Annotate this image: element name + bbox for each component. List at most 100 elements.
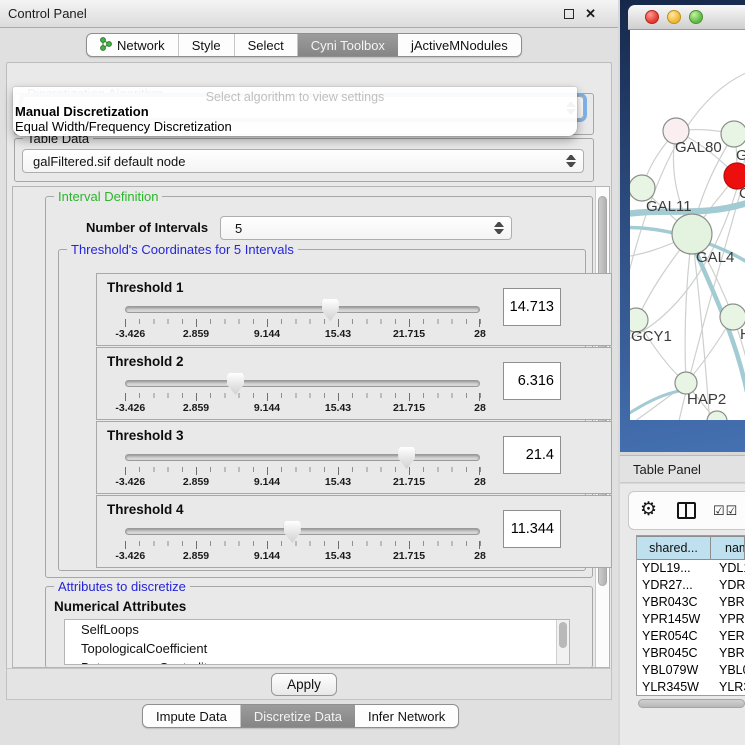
numerical-attributes-list[interactable]: SelfLoopsTopologicalCoefficientBetweenne…	[64, 619, 570, 665]
slider-tick-labels: -3.4262.8599.14415.4321.71528	[125, 328, 480, 340]
table-cell[interactable]: YDR27...	[711, 577, 745, 594]
threshold-4-value-field[interactable]: 11.344	[503, 510, 561, 548]
table-cell[interactable]: YBL079W	[711, 662, 745, 679]
network-graph: GAL80GAGAL11CGAL4GCY1HHAP2	[630, 30, 745, 420]
tab-network-label: Network	[117, 38, 165, 53]
table-data-combobox[interactable]: galFiltered.sif default node	[22, 149, 584, 173]
tab-jactivemnodules[interactable]: jActiveMNodules	[398, 34, 521, 56]
scrollbar-thumb[interactable]	[559, 622, 567, 648]
table-cell[interactable]: YER054C	[637, 628, 711, 645]
table-cell[interactable]: YBL079W	[637, 662, 711, 679]
apply-button[interactable]: Apply	[271, 673, 337, 696]
tab-select[interactable]: Select	[235, 34, 298, 56]
slider-tick-labels: -3.4262.8599.14415.4321.71528	[125, 402, 480, 414]
column-header-shared-name[interactable]: shared...	[637, 536, 711, 560]
list-item[interactable]: TopologicalCoefficient	[65, 639, 569, 658]
tab-style[interactable]: Style	[179, 34, 235, 56]
network-view-window[interactable]: GAL80GAGAL11CGAL4GCY1HHAP2	[620, 0, 745, 452]
slider-thumb[interactable]	[284, 521, 301, 543]
threshold-4-box: Threshold 4 -3.4262.8599.14415.4321.7152…	[96, 495, 612, 568]
network-canvas[interactable]: GAL80GAGAL11CGAL4GCY1HHAP2	[630, 30, 745, 420]
attributes-group-title: Attributes to discretize	[54, 579, 190, 594]
tab-impute-data[interactable]: Impute Data	[143, 705, 241, 727]
tick-label: 28	[474, 476, 486, 488]
table-row[interactable]: YBL079WYBL079W	[637, 662, 745, 679]
tab-cyni-toolbox[interactable]: Cyni Toolbox	[298, 34, 398, 56]
control-panel-titlebar: Control Panel ✕	[0, 0, 618, 28]
tick-label: 9.144	[254, 476, 280, 488]
tick-label: 2.859	[183, 328, 209, 340]
threshold-1-slider: -3.4262.8599.14415.4321.71528	[125, 306, 480, 342]
list-scrollbar[interactable]	[556, 620, 569, 664]
table-row[interactable]: YDL19...YDL19...	[637, 560, 745, 577]
tab-discretize-data[interactable]: Discretize Data	[241, 705, 355, 727]
table-cell[interactable]: YDR27...	[637, 577, 711, 594]
slider-major-ticks	[125, 393, 480, 401]
threshold-4-slider: -3.4262.8599.14415.4321.71528	[125, 528, 480, 564]
table-cell[interactable]: YBR045C	[711, 645, 745, 662]
table-cell[interactable]: YDL19...	[637, 560, 711, 577]
table-cell[interactable]: YBR043C	[637, 594, 711, 611]
table-row[interactable]: YER054CYER054C	[637, 628, 745, 645]
threshold-1-value-field[interactable]: 14.713	[503, 288, 561, 326]
table-cell[interactable]: YPR145W	[637, 611, 711, 628]
slider-track[interactable]	[125, 380, 480, 387]
node-label: GAL4	[696, 249, 734, 266]
table-cell[interactable]: YBR043C	[711, 594, 745, 611]
slider-thumb[interactable]	[322, 299, 339, 321]
attributes-group: Attributes to discretize Numerical Attri…	[45, 586, 593, 668]
tick-label: 9.144	[254, 550, 280, 562]
minimize-traffic-light-icon[interactable]	[667, 10, 681, 24]
table-row[interactable]: YDR27...YDR27...	[637, 577, 745, 594]
scrollbar-thumb[interactable]	[638, 699, 745, 708]
slider-thumb[interactable]	[398, 447, 415, 469]
table-cell[interactable]: YLR345W	[711, 679, 745, 696]
table-cell[interactable]: YPR145W	[711, 611, 745, 628]
network-window-titlebar	[628, 5, 745, 30]
node-label: H	[740, 326, 745, 343]
threshold-3-value-field[interactable]: 21.4	[503, 436, 561, 474]
tab-network[interactable]: Network	[87, 34, 179, 56]
columns-icon[interactable]	[677, 502, 696, 519]
node-gal4[interactable]	[672, 214, 712, 254]
tick-label: 15.43	[325, 476, 351, 488]
menu-item-manual-discretization[interactable]: Manual Discretization	[15, 104, 149, 119]
control-panel-tabs: Network Style Select Cyni Toolbox jActiv…	[86, 33, 522, 57]
table-row[interactable]: YBR043CYBR043C	[637, 594, 745, 611]
horizontal-scrollbar[interactable]	[638, 699, 745, 710]
table-cell[interactable]: YER054C	[711, 628, 745, 645]
table-cell[interactable]: YDL19...	[711, 560, 745, 577]
table-row[interactable]: YBR045CYBR045C	[637, 645, 745, 662]
menu-item-equal-width-frequency[interactable]: Equal Width/Frequency Discretization	[15, 119, 232, 134]
close-icon[interactable]: ✕	[585, 6, 596, 22]
list-item[interactable]: BetweennessCentrality	[65, 658, 569, 665]
column-header-name[interactable]: name	[711, 536, 745, 560]
float-window-icon[interactable]	[564, 9, 574, 19]
slider-track[interactable]	[125, 528, 480, 535]
threshold-1-label: Threshold 1	[107, 280, 184, 295]
tick-label: -3.426	[115, 328, 145, 340]
threshold-2-value-field[interactable]: 6.316	[503, 362, 561, 400]
slider-track[interactable]	[125, 306, 480, 313]
table-row[interactable]: YPR145WYPR145W	[637, 611, 745, 628]
num-intervals-combobox[interactable]: 5	[220, 216, 512, 240]
zoom-traffic-light-icon[interactable]	[689, 10, 703, 24]
table-row[interactable]: YLR345WYLR345W	[637, 679, 745, 696]
close-traffic-light-icon[interactable]	[645, 10, 659, 24]
node-table[interactable]: shared... name YDL19...YDL19...YDR27...Y…	[636, 535, 745, 696]
table-toolbar: ⚙ ☑☑	[628, 491, 745, 530]
slider-track[interactable]	[125, 454, 480, 461]
gear-icon[interactable]: ⚙	[640, 500, 657, 520]
table-cell[interactable]: YLR345W	[637, 679, 711, 696]
tab-infer-network[interactable]: Infer Network	[355, 705, 458, 727]
interval-definition-title: Interval Definition	[54, 189, 162, 204]
slider-thumb[interactable]	[227, 373, 244, 395]
threshold-4-label: Threshold 4	[107, 502, 184, 517]
table-panel-title: Table Panel	[633, 462, 701, 477]
threshold-2-box: Threshold 2 -3.4262.8599.14415.4321.7152…	[96, 347, 612, 420]
checkbox-icons[interactable]: ☑☑	[713, 503, 738, 519]
node[interactable]	[721, 121, 745, 147]
list-item[interactable]: SelfLoops	[65, 620, 569, 639]
table-cell[interactable]: YBR045C	[637, 645, 711, 662]
tick-label: -3.426	[115, 550, 145, 562]
